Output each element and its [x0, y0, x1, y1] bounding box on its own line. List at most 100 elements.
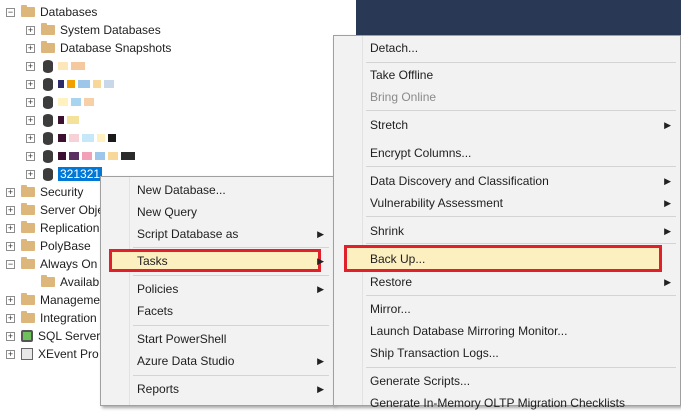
- tree-node-database[interactable]: +: [26, 75, 117, 93]
- folder-icon: [21, 239, 35, 251]
- menu-item-label: Policies: [137, 282, 179, 296]
- tree-node-database-snapshots[interactable]: + Database Snapshots: [26, 39, 171, 57]
- menu-item-generate-scripts[interactable]: Generate Scripts...: [334, 370, 680, 392]
- menu-item-label: Script Database as: [137, 227, 239, 241]
- menu-item-azure-data-studio[interactable]: Azure Data Studio ▶: [101, 350, 333, 372]
- redacted-text: [67, 80, 75, 88]
- tree-node-database[interactable]: +: [26, 111, 82, 129]
- folder-icon: [41, 23, 55, 35]
- tree-node-selected-database[interactable]: + 321321: [26, 165, 103, 183]
- database-icon: [43, 167, 53, 181]
- database-icon: [43, 149, 53, 163]
- tree-node-label: Server Obje: [40, 203, 105, 217]
- menu-item-reports[interactable]: Reports ▶: [101, 378, 333, 400]
- tree-node-server-objects[interactable]: + Server Obje: [6, 201, 104, 219]
- submenu-arrow-icon: ▶: [317, 228, 324, 239]
- menu-item-back-up[interactable]: Back Up...: [334, 248, 680, 270]
- menu-item-mirror[interactable]: Mirror...: [334, 298, 680, 320]
- expand-icon[interactable]: +: [26, 43, 35, 53]
- tree-node-xevent-profiler[interactable]: + XEvent Pro: [6, 345, 99, 363]
- tree-node-replication[interactable]: + Replication: [6, 219, 99, 237]
- menu-item-generate-oltp-checklists[interactable]: Generate In-Memory OLTP Migration Checkl…: [334, 392, 680, 414]
- expand-icon[interactable]: +: [26, 61, 35, 71]
- menu-item-new-query[interactable]: New Query: [101, 201, 333, 223]
- menu-item-take-offline[interactable]: Take Offline: [334, 64, 680, 86]
- menu-item-ship-transaction-logs[interactable]: Ship Transaction Logs...: [334, 342, 680, 364]
- tasks-submenu: Detach... Take Offline Bring Online Stre…: [333, 35, 681, 410]
- folder-icon: [41, 275, 55, 287]
- menu-item-script-database-as[interactable]: Script Database as ▶: [101, 223, 333, 245]
- redacted-text: [84, 98, 94, 106]
- expand-icon[interactable]: +: [6, 241, 15, 251]
- tree-node-always-on[interactable]: − Always On: [6, 255, 97, 273]
- expand-icon[interactable]: +: [26, 25, 35, 35]
- expand-icon[interactable]: +: [6, 313, 15, 323]
- tree-node-security[interactable]: + Security: [6, 183, 83, 201]
- menu-item-start-powershell[interactable]: Start PowerShell: [101, 328, 333, 350]
- menu-separator: [366, 166, 676, 167]
- expand-icon[interactable]: +: [26, 169, 35, 179]
- submenu-arrow-icon: ▶: [664, 175, 671, 186]
- tree-node-database[interactable]: +: [26, 129, 119, 147]
- menu-separator: [366, 367, 676, 368]
- folder-icon: [21, 185, 35, 197]
- menu-separator: [366, 216, 676, 217]
- menu-item-encrypt-columns[interactable]: Encrypt Columns...: [334, 142, 680, 164]
- tree-node-database[interactable]: +: [26, 57, 88, 75]
- database-icon: [43, 77, 53, 91]
- folder-icon: [21, 293, 35, 305]
- tree-node-databases[interactable]: − Databases: [6, 3, 97, 21]
- tree-node-system-databases[interactable]: + System Databases: [26, 21, 161, 39]
- menu-item-label: Ship Transaction Logs...: [370, 346, 499, 360]
- submenu-arrow-icon: ▶: [664, 225, 671, 236]
- tree-node-integration[interactable]: + Integration: [6, 309, 97, 327]
- tree-node-polybase[interactable]: + PolyBase: [6, 237, 91, 255]
- tree-node-sql-server-agent[interactable]: + SQL Server: [6, 327, 100, 345]
- redacted-text: [108, 152, 118, 160]
- folder-icon: [21, 203, 35, 215]
- menu-item-label: Shrink: [370, 224, 405, 238]
- folder-icon: [41, 41, 55, 53]
- collapse-icon[interactable]: −: [6, 259, 15, 269]
- menu-item-new-database[interactable]: New Database...: [101, 179, 333, 201]
- submenu-arrow-icon: ▶: [664, 119, 671, 130]
- tree-node-label: Security: [40, 185, 84, 199]
- menu-separator: [133, 275, 329, 276]
- expand-icon[interactable]: +: [26, 151, 35, 161]
- menu-item-policies[interactable]: Policies ▶: [101, 278, 333, 300]
- selected-database-label: 321321: [58, 167, 103, 181]
- redacted-text: [78, 80, 90, 88]
- menu-item-restore[interactable]: Restore ▶: [334, 271, 680, 293]
- expand-icon[interactable]: +: [6, 349, 15, 359]
- menu-item-facets[interactable]: Facets: [101, 300, 333, 322]
- redacted-text: [71, 98, 81, 106]
- menu-item-label: New Database...: [137, 183, 226, 197]
- expand-icon[interactable]: +: [26, 133, 35, 143]
- menu-item-label: Encrypt Columns...: [370, 146, 472, 160]
- expand-icon[interactable]: +: [6, 205, 15, 215]
- menu-item-launch-mirroring-monitor[interactable]: Launch Database Mirroring Monitor...: [334, 320, 680, 342]
- redacted-text: [69, 134, 79, 142]
- menu-item-tasks[interactable]: Tasks ▶: [101, 250, 333, 272]
- menu-item-data-discovery[interactable]: Data Discovery and Classification ▶: [334, 170, 680, 192]
- collapse-icon[interactable]: −: [6, 7, 15, 17]
- expand-icon[interactable]: +: [6, 223, 15, 233]
- expand-icon[interactable]: +: [26, 79, 35, 89]
- menu-item-stretch[interactable]: Stretch ▶: [334, 114, 680, 136]
- database-icon: [43, 113, 53, 127]
- expand-icon[interactable]: +: [26, 97, 35, 107]
- redacted-text: [71, 62, 85, 70]
- expand-icon[interactable]: +: [6, 331, 15, 341]
- tree-node-database[interactable]: +: [26, 93, 97, 111]
- expand-icon[interactable]: +: [26, 115, 35, 125]
- redacted-text: [97, 134, 105, 142]
- tree-node-database[interactable]: +: [26, 147, 138, 165]
- redacted-text: [58, 116, 64, 124]
- tree-node-availability[interactable]: Availab: [41, 273, 99, 291]
- menu-item-vulnerability-assessment[interactable]: Vulnerability Assessment ▶: [334, 192, 680, 214]
- menu-item-detach[interactable]: Detach...: [334, 37, 680, 59]
- expand-icon[interactable]: +: [6, 295, 15, 305]
- expand-icon[interactable]: +: [6, 187, 15, 197]
- menu-item-shrink[interactable]: Shrink ▶: [334, 220, 680, 242]
- tree-node-management[interactable]: + Manageme: [6, 291, 100, 309]
